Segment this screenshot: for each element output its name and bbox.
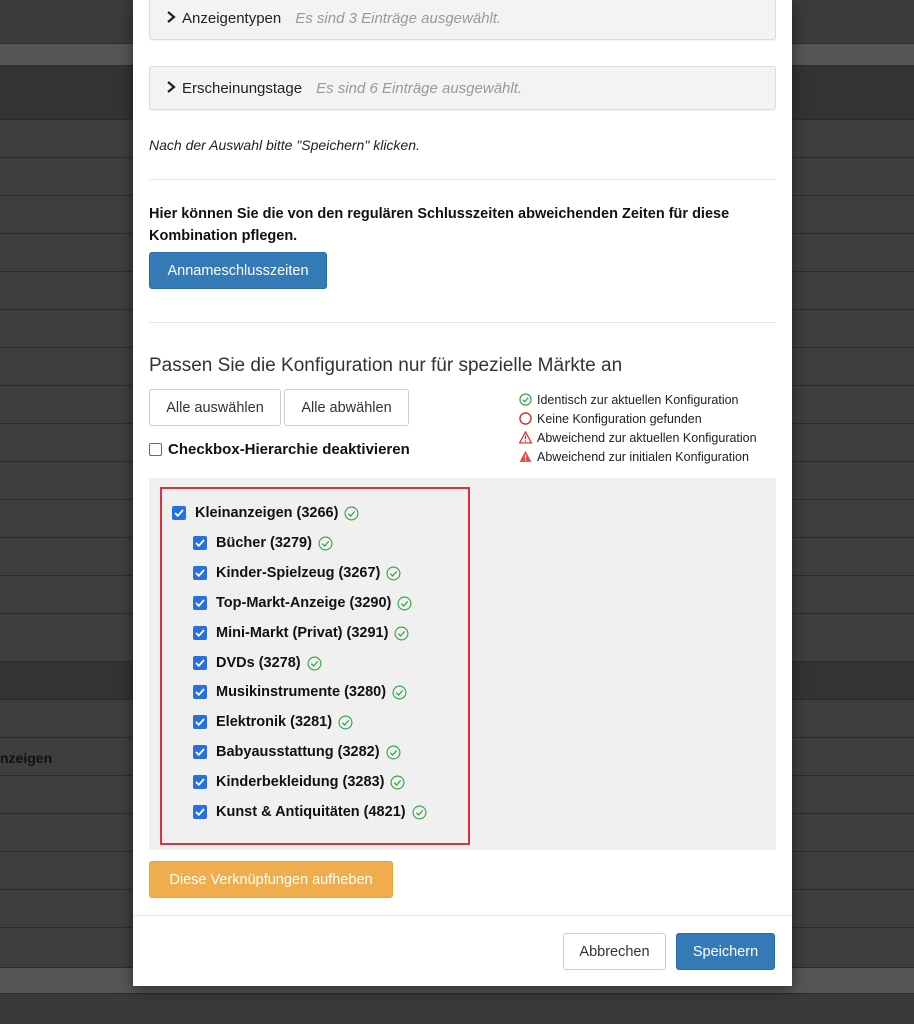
- cancel-button[interactable]: Abbrechen: [563, 933, 666, 970]
- tree-child-item[interactable]: Top-Markt-Anzeige (3290): [193, 595, 412, 611]
- legend-label: Abweichend zur initialen Konfiguration: [537, 449, 749, 464]
- tree-child-item[interactable]: Elektronik (3281): [193, 714, 353, 730]
- tree-item-label: Bücher (3279): [216, 535, 312, 551]
- checked-checkbox[interactable]: [172, 506, 186, 520]
- check-circle-icon: [519, 393, 532, 406]
- hierarchy-checkbox-label[interactable]: Checkbox-Hierarchie deaktivieren: [149, 441, 410, 458]
- legend-label: Keine Konfiguration gefunden: [537, 411, 702, 426]
- check-circle-icon: [397, 596, 412, 610]
- tree-child-item[interactable]: Mini-Markt (Privat) (3291): [193, 625, 409, 641]
- modal-footer-divider: [133, 915, 792, 916]
- tree-item-label: Babyausstattung (3282): [216, 744, 380, 760]
- chevron-right-icon: [166, 80, 180, 97]
- panel-erscheinungstage[interactable]: Erscheinungstage Es sind 6 Einträge ausg…: [149, 66, 776, 110]
- tree-child-item[interactable]: Kunst & Antiquitäten (4821): [193, 804, 427, 820]
- tree-child-item[interactable]: Kinderbekleidung (3283): [193, 774, 405, 790]
- status-legend: Identisch zur aktuellen Konfiguration Ke…: [519, 390, 757, 466]
- legend-item: Abweichend zur initialen Konfiguration: [519, 447, 757, 466]
- check-circle-icon: [386, 745, 401, 759]
- divider: [149, 179, 776, 180]
- save-hint: Nach der Auswahl bitte "Speichern" klick…: [149, 137, 420, 153]
- market-tree-area: Kleinanzeigen (3266) Bücher (3279) Kinde…: [149, 478, 776, 850]
- legend-label: Abweichend zur aktuellen Konfiguration: [537, 430, 757, 445]
- deselect-all-button[interactable]: Alle abwählen: [284, 389, 409, 426]
- checked-checkbox[interactable]: [193, 775, 207, 789]
- tree-item-label: Mini-Markt (Privat) (3291): [216, 625, 389, 641]
- save-button[interactable]: Speichern: [676, 933, 775, 970]
- tree-child-item[interactable]: Bücher (3279): [193, 535, 333, 551]
- tree-item-label: Kunst & Antiquitäten (4821): [216, 804, 406, 820]
- panel-title: Erscheinungstage: [182, 79, 303, 97]
- check-circle-icon: [392, 685, 407, 699]
- check-circle-icon: [318, 536, 333, 550]
- panel-summary: Es sind 6 Einträge ausgewählt.: [316, 79, 523, 97]
- legend-item: Keine Konfiguration gefunden: [519, 409, 757, 428]
- tree-item-label: Elektronik (3281): [216, 714, 333, 730]
- panel-title: Anzeigentypen: [182, 9, 282, 27]
- warning-filled-icon: [519, 450, 532, 462]
- hierarchy-checkbox-text: Checkbox-Hierarchie deaktivieren: [168, 441, 410, 458]
- hierarchy-checkbox[interactable]: [149, 443, 162, 456]
- tree-item-label: Kinderbekleidung (3283): [216, 774, 385, 790]
- checked-checkbox[interactable]: [193, 715, 207, 729]
- unlink-button[interactable]: Diese Verknüpfungen aufheben: [149, 861, 393, 898]
- warning-outline-icon: [519, 431, 532, 444]
- select-all-button[interactable]: Alle auswählen: [149, 389, 281, 426]
- checked-checkbox[interactable]: [193, 685, 207, 699]
- tree-item-label: Top-Markt-Anzeige (3290): [216, 595, 392, 611]
- tree-child-item[interactable]: Kinder-Spielzeug (3267): [193, 565, 401, 581]
- tree-child-item[interactable]: DVDs (3278): [193, 655, 322, 671]
- checked-checkbox[interactable]: [193, 626, 207, 640]
- checked-checkbox[interactable]: [193, 745, 207, 759]
- divider: [149, 322, 776, 323]
- tree-item-label: Kinder-Spielzeug (3267): [216, 565, 381, 581]
- panel-anzeigentypen[interactable]: Anzeigentypen Es sind 3 Einträge ausgewä…: [149, 0, 776, 40]
- legend-item: Abweichend zur aktuellen Konfiguration: [519, 428, 757, 447]
- panel-summary: Es sind 3 Einträge ausgewählt.: [295, 9, 502, 27]
- checked-checkbox[interactable]: [193, 596, 207, 610]
- tree-item-label: DVDs (3278): [216, 655, 301, 671]
- checked-checkbox[interactable]: [193, 805, 207, 819]
- tree-child-item[interactable]: Musikinstrumente (3280): [193, 684, 407, 700]
- closing-times-button[interactable]: Annameschlusszeiten: [149, 252, 327, 289]
- check-circle-icon: [386, 566, 401, 580]
- checked-checkbox[interactable]: [193, 566, 207, 580]
- markets-section-title: Passen Sie die Konfiguration nur für spe…: [149, 355, 623, 376]
- tree-child-item[interactable]: Babyausstattung (3282): [193, 744, 401, 760]
- bg-row-label: nzeigen: [0, 750, 53, 766]
- tree-item-label: Musikinstrumente (3280): [216, 684, 387, 700]
- circle-icon: [519, 412, 532, 425]
- check-circle-icon: [394, 626, 409, 640]
- legend-label: Identisch zur aktuellen Konfiguration: [537, 392, 739, 407]
- check-circle-icon: [412, 805, 427, 819]
- legend-item: Identisch zur aktuellen Konfiguration: [519, 390, 757, 409]
- check-circle-icon: [338, 715, 353, 729]
- check-circle-icon: [344, 506, 359, 520]
- tree-root-item[interactable]: Kleinanzeigen (3266): [172, 505, 359, 521]
- check-circle-icon: [307, 656, 322, 670]
- closing-times-text: Hier können Sie die von den regulären Sc…: [149, 206, 730, 244]
- checked-checkbox[interactable]: [193, 536, 207, 550]
- chevron-right-icon: [166, 10, 180, 27]
- page-bottom-bar: [0, 994, 914, 1024]
- checked-checkbox[interactable]: [193, 656, 207, 670]
- tree-item-label: Kleinanzeigen (3266): [195, 505, 339, 521]
- market-config-modal: Anzeigentypen Es sind 3 Einträge ausgewä…: [133, 0, 792, 986]
- check-circle-icon: [390, 775, 405, 789]
